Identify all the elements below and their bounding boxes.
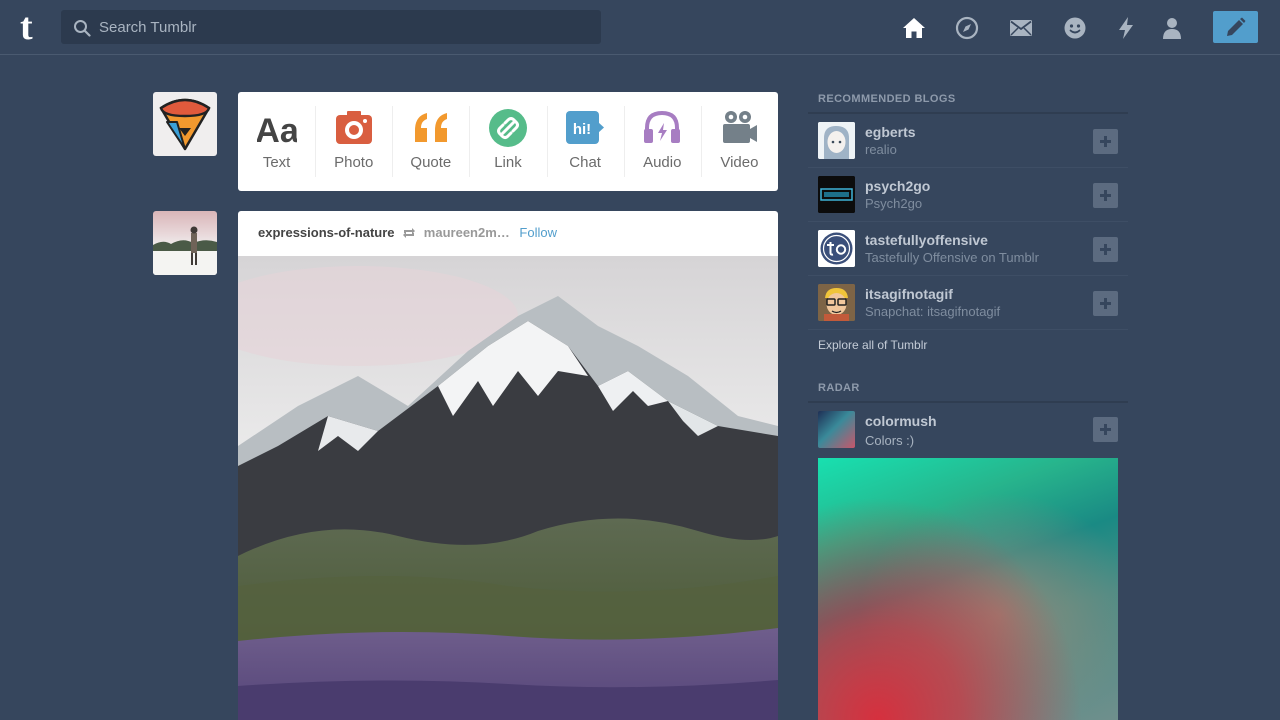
radar-title: RADAR	[818, 382, 860, 394]
explore-all-link[interactable]: Explore all of Tumblr	[818, 338, 927, 352]
blog-name[interactable]: tastefullyoffensive	[865, 232, 988, 248]
search-box[interactable]	[61, 10, 601, 44]
blog-avatar[interactable]	[818, 411, 855, 448]
blog-subtitle: Psych2go	[865, 196, 923, 211]
cartoon-glasses-avatar-icon	[818, 284, 855, 321]
post-author-avatar[interactable]	[153, 211, 217, 275]
post-photo[interactable]	[238, 256, 778, 720]
blog-subtitle: realio	[865, 142, 897, 157]
post-type-label: Video	[720, 154, 759, 171]
psych2go-logo-icon	[818, 176, 855, 213]
dashboard-post: expressions-of-nature maureen2m… Follow	[238, 211, 778, 720]
blog-name[interactable]: egberts	[865, 124, 916, 140]
top-navigation-bar: t	[0, 0, 1280, 55]
explore-icon[interactable]	[955, 16, 979, 40]
tumblr-logo[interactable]: t	[20, 8, 44, 46]
radar-blog-item[interactable]: colormush Colors :)	[808, 403, 1128, 457]
home-icon[interactable]	[902, 16, 926, 40]
compose-button[interactable]	[1213, 11, 1258, 43]
inbox-icon[interactable]	[1009, 16, 1033, 40]
follow-blog-button[interactable]	[1093, 183, 1118, 208]
camera-icon	[335, 111, 372, 144]
follow-blog-button[interactable]	[1093, 129, 1118, 154]
post-type-photo-button[interactable]: Photo	[315, 92, 392, 191]
activity-icon[interactable]	[1114, 16, 1138, 40]
link-icon	[488, 109, 527, 147]
blog-avatar[interactable]	[818, 230, 855, 267]
post-type-label: Photo	[334, 154, 374, 171]
blog-name[interactable]: psych2go	[865, 178, 930, 194]
post-type-label: Audio	[643, 154, 682, 171]
recommended-blog-item[interactable]: itsagifnotagif Snapchat: itsagifnotagif	[808, 276, 1128, 330]
svg-text:hi!: hi!	[573, 121, 591, 138]
recommended-blog-item[interactable]: egberts realio	[808, 114, 1128, 168]
post-type-chat-button[interactable]: hi! Chat	[546, 92, 624, 191]
blog-avatar[interactable]	[818, 122, 855, 159]
quote-icon	[414, 113, 447, 142]
blog-subtitle: Tastefully Offensive on Tumblr	[865, 250, 1039, 265]
post-type-label: Text	[262, 154, 291, 171]
to-logo-icon	[818, 230, 855, 267]
follow-blog-button[interactable]	[1093, 237, 1118, 262]
recommended-blog-item[interactable]: psych2go Psych2go	[808, 168, 1128, 222]
fox-avatar-icon	[159, 98, 211, 151]
messaging-icon[interactable]	[1063, 16, 1087, 40]
reblog-icon	[403, 228, 416, 238]
anime-avatar-icon	[818, 122, 855, 159]
radar-post-image[interactable]	[818, 458, 1118, 720]
blog-subtitle: Colors :)	[865, 433, 915, 448]
post-type-quote-button[interactable]: Quote	[392, 92, 469, 191]
post-type-audio-button[interactable]: Audio	[623, 92, 701, 191]
post-type-label: Chat	[569, 154, 601, 171]
text-icon: Aa	[257, 112, 297, 148]
chat-icon: hi!	[566, 111, 605, 144]
video-camera-icon	[723, 111, 758, 143]
person-landscape-avatar-icon	[153, 226, 217, 275]
post-blog-name[interactable]: expressions-of-nature	[258, 225, 395, 240]
recommended-blog-item[interactable]: tastefullyoffensive Tastefully Offensive…	[808, 222, 1128, 276]
svg-text:Aa: Aa	[257, 112, 297, 148]
follow-link[interactable]: Follow	[519, 225, 557, 240]
blog-avatar[interactable]	[818, 284, 855, 321]
post-source-blog[interactable]: maureen2m…	[424, 225, 510, 240]
post-type-label: Link	[494, 154, 522, 171]
post-header: expressions-of-nature maureen2m… Follow	[258, 225, 557, 243]
user-avatar[interactable]	[153, 92, 217, 156]
post-type-link-button[interactable]: Link	[469, 92, 546, 191]
blog-name[interactable]: itsagifnotagif	[865, 286, 953, 302]
blog-subtitle: Snapchat: itsagifnotagif	[865, 304, 1001, 319]
post-type-text-button[interactable]: Aa Text	[238, 92, 315, 191]
headphones-icon	[644, 110, 681, 143]
post-type-label: Quote	[410, 154, 452, 171]
recommended-blogs-title: RECOMMENDED BLOGS	[818, 93, 956, 105]
search-input[interactable]	[99, 10, 589, 44]
blog-name[interactable]: colormush	[865, 413, 937, 429]
follow-blog-button[interactable]	[1093, 417, 1118, 442]
pencil-icon	[1227, 17, 1246, 36]
follow-blog-button[interactable]	[1093, 291, 1118, 316]
account-icon[interactable]	[1160, 16, 1184, 40]
search-icon	[74, 20, 91, 37]
post-type-bar: Aa Text Photo Quote Link hi! Chat Audio …	[238, 92, 778, 191]
post-type-video-button[interactable]: Video	[700, 92, 778, 191]
blog-avatar[interactable]	[818, 176, 855, 213]
